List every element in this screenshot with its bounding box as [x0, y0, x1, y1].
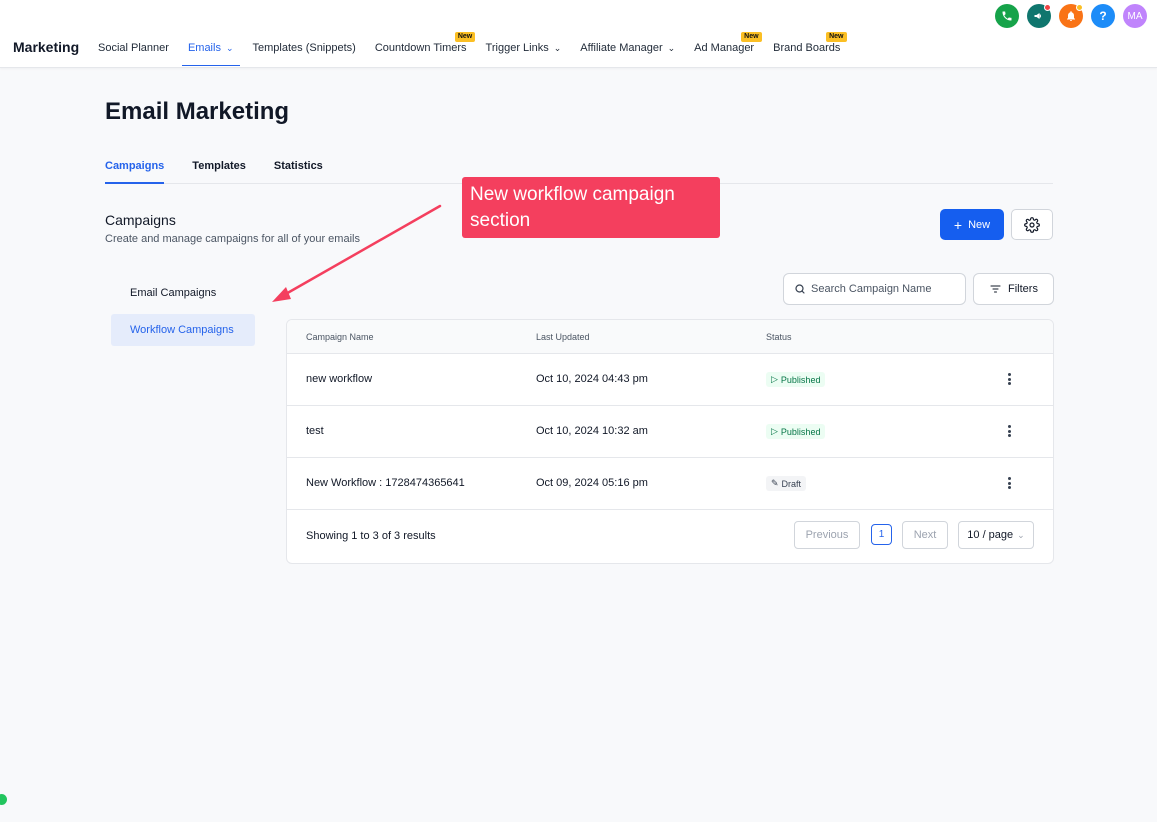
avatar[interactable]: MA	[1123, 4, 1147, 28]
section-subtitle: Create and manage campaigns for all of y…	[105, 233, 360, 245]
last-updated: Oct 09, 2024 05:16 pm	[536, 477, 648, 489]
notification-dot	[1076, 4, 1083, 11]
status-label: Draft	[781, 478, 802, 489]
new-button-label: New	[968, 218, 991, 231]
nav-label: Countdown Timers	[374, 42, 467, 54]
filters-label: Filters	[1008, 283, 1038, 295]
page-title: Email Marketing	[105, 98, 290, 125]
search-input[interactable]	[811, 283, 961, 295]
last-updated: Oct 10, 2024 04:43 pm	[536, 373, 648, 385]
settings-button[interactable]	[1011, 209, 1053, 240]
help-label: ?	[1099, 9, 1107, 23]
table-header: Campaign Name Last Updated Status	[287, 320, 1053, 354]
table-row[interactable]: test Oct 10, 2024 10:32 am ▷ Published	[287, 406, 1053, 458]
column-header: Last Updated	[536, 332, 590, 342]
gear-icon	[1024, 216, 1040, 233]
campaign-name[interactable]: new workflow	[306, 373, 372, 385]
new-badge: New	[741, 32, 762, 42]
nav-label: Social Planner	[98, 42, 169, 54]
table-row[interactable]: New Workflow : 1728474365641 Oct 09, 202…	[287, 458, 1053, 510]
status-label: Published	[780, 426, 821, 437]
status-badge: ✎ Draft	[766, 476, 807, 491]
sidebar-item-workflow-campaigns[interactable]: Workflow Campaigns	[111, 314, 255, 346]
campaign-name[interactable]: New Workflow : 1728474365641	[306, 477, 465, 489]
page-number-button[interactable]: 1	[871, 524, 892, 545]
nav-trigger-links[interactable]: Trigger Links ⌄	[486, 42, 562, 66]
status-badge: ▷ Published	[766, 372, 826, 387]
campaign-name[interactable]: test	[306, 425, 324, 437]
nav-label: Affiliate Manager	[580, 42, 663, 54]
nav-label: Brand Boards	[773, 42, 841, 54]
nav-social-planner[interactable]: Social Planner	[98, 42, 169, 66]
plus-icon: +	[953, 216, 963, 233]
column-header: Campaign Name	[306, 332, 374, 342]
table-row[interactable]: new workflow Oct 10, 2024 04:43 pm ▷ Publ…	[287, 354, 1053, 406]
nav-affiliate-manager[interactable]: Affiliate Manager ⌄	[580, 42, 675, 66]
megaphone-icon[interactable]	[1027, 4, 1051, 28]
annotation-callout: New workflow campaign section	[462, 177, 720, 238]
nav-label: Trigger Links	[485, 42, 549, 54]
nav-brand-boards[interactable]: New Brand Boards	[773, 32, 847, 66]
row-menu-button[interactable]	[1003, 422, 1015, 440]
new-campaign-button[interactable]: + New	[940, 209, 1004, 240]
chevron-down-icon: ⌄	[553, 43, 562, 53]
top-bar: Marketing Social Planner Emails ⌄ Templat…	[0, 0, 1157, 68]
results-count: Showing 1 to 3 of 3 results	[306, 530, 436, 542]
avatar-initials: MA	[1127, 10, 1143, 22]
play-icon: ▷	[771, 374, 778, 384]
nav-emails[interactable]: Emails ⌄	[181, 42, 240, 66]
sidebar-item-email-campaigns[interactable]: Email Campaigns	[111, 277, 255, 309]
chevron-down-icon: ⌄	[1017, 529, 1025, 540]
notification-dot	[1044, 4, 1051, 11]
row-menu-button[interactable]	[1003, 474, 1015, 492]
row-menu-button[interactable]	[1003, 370, 1015, 388]
chevron-down-icon: ⌄	[667, 43, 676, 53]
column-header: Status	[766, 332, 792, 342]
status-dot[interactable]	[0, 794, 7, 805]
nav-label: Emails	[187, 42, 221, 54]
page-size-select[interactable]: 10 / page ⌄	[958, 521, 1034, 549]
status-badge: ▷ Published	[766, 424, 826, 439]
help-icon[interactable]: ?	[1091, 4, 1115, 28]
nav-ad-manager[interactable]: New Ad Manager	[694, 32, 762, 66]
edit-icon: ✎	[771, 478, 779, 488]
section-title: Campaigns	[105, 212, 176, 228]
app-title: Marketing	[13, 39, 80, 55]
nav-label: Templates (Snippets)	[252, 42, 356, 54]
last-updated: Oct 10, 2024 10:32 am	[536, 425, 648, 437]
new-badge: New	[826, 32, 847, 42]
top-icons: ? MA	[995, 4, 1147, 28]
page-size-label: 10 / page	[967, 529, 1014, 541]
nav-templates-snippets[interactable]: Templates (Snippets)	[253, 42, 356, 66]
status-label: Published	[780, 374, 821, 385]
next-page-button[interactable]: Next	[902, 521, 948, 549]
search-icon	[795, 284, 805, 294]
play-icon: ▷	[771, 426, 778, 436]
filters-button[interactable]: Filters	[973, 273, 1054, 305]
main-nav: Social Planner Emails ⌄ Templates (Snippe…	[98, 32, 859, 66]
filter-icon	[990, 285, 1001, 293]
chevron-down-icon: ⌄	[225, 43, 234, 53]
bell-icon[interactable]	[1059, 4, 1083, 28]
previous-page-button[interactable]: Previous	[794, 521, 860, 549]
tab-campaigns[interactable]: Campaigns	[105, 160, 165, 184]
nav-countdown-timers[interactable]: New Countdown Timers	[374, 32, 476, 66]
search-box[interactable]	[783, 273, 966, 305]
tab-statistics[interactable]: Statistics	[274, 160, 323, 184]
tab-templates[interactable]: Templates	[192, 160, 246, 184]
nav-label: Ad Manager	[694, 42, 755, 54]
new-badge: New	[454, 32, 476, 42]
phone-icon[interactable]	[995, 4, 1019, 28]
